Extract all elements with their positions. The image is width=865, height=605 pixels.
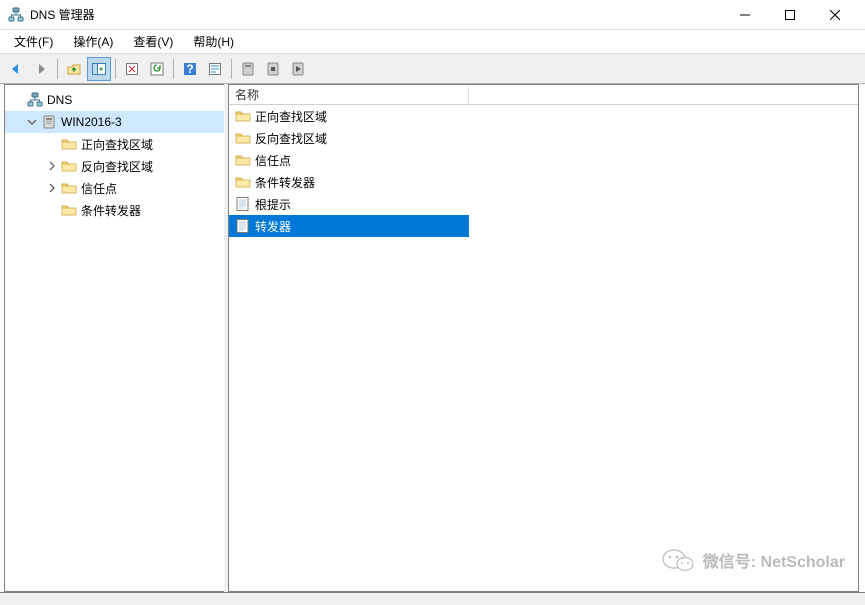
tree-label: DNS — [47, 93, 72, 107]
menu-help[interactable]: 帮助(H) — [183, 30, 244, 53]
refresh-button[interactable] — [145, 57, 169, 81]
back-button[interactable] — [4, 57, 28, 81]
folder-icon — [235, 108, 251, 124]
menu-action[interactable]: 操作(A) — [63, 30, 123, 53]
folder-icon — [235, 152, 251, 168]
tree-pane[interactable]: DNS WIN2016-3 正向查找区域反向查找区 — [4, 84, 224, 592]
tree-label: WIN2016-3 — [61, 115, 122, 129]
toolbar-separator — [57, 59, 58, 79]
tree-label: 信任点 — [81, 180, 117, 197]
list-item-label: 信任点 — [255, 152, 291, 169]
watermark: 微信号: NetScholar — [661, 545, 845, 575]
new-server-button[interactable] — [236, 57, 260, 81]
list-item-label: 根提示 — [255, 196, 291, 213]
list-item[interactable]: 信任点 — [229, 149, 469, 171]
list-item-label: 条件转发器 — [255, 174, 315, 191]
minimize-button[interactable] — [722, 0, 767, 30]
list-item-label: 反向查找区域 — [255, 130, 327, 147]
tree-label: 反向查找区域 — [81, 158, 153, 175]
close-button[interactable] — [812, 0, 857, 30]
column-header-name[interactable]: 名称 — [229, 85, 469, 104]
folder-icon — [61, 202, 77, 218]
sheet-icon — [235, 218, 251, 234]
stop-button[interactable] — [261, 57, 285, 81]
window-controls — [722, 0, 857, 30]
list-item[interactable]: 反向查找区域 — [229, 127, 469, 149]
console-tree[interactable]: DNS WIN2016-3 正向查找区域反向查找区 — [5, 89, 224, 221]
list-item[interactable]: 根提示 — [229, 193, 469, 215]
maximize-button[interactable] — [767, 0, 812, 30]
status-strip — [0, 593, 865, 605]
tree-label: 正向查找区域 — [81, 136, 153, 153]
sheet-icon — [235, 196, 251, 212]
forward-button[interactable] — [29, 57, 53, 81]
tree-node-child[interactable]: 条件转发器 — [5, 199, 224, 221]
list-item[interactable]: 正向查找区域 — [229, 105, 469, 127]
toolbar: ? — [0, 54, 865, 84]
toolbar-separator — [231, 59, 232, 79]
list-item-label: 正向查找区域 — [255, 108, 327, 125]
server-icon — [41, 114, 57, 130]
menu-view[interactable]: 查看(V) — [123, 30, 183, 53]
start-button[interactable] — [286, 57, 310, 81]
list-pane[interactable]: 名称 正向查找区域反向查找区域信任点条件转发器根提示转发器 — [228, 84, 859, 592]
chevron-right-icon[interactable] — [45, 159, 59, 173]
folder-icon — [61, 158, 77, 174]
wechat-icon — [661, 545, 695, 575]
menubar: 文件(F) 操作(A) 查看(V) 帮助(H) — [0, 30, 865, 54]
up-button[interactable] — [62, 57, 86, 81]
folder-icon — [61, 136, 77, 152]
app-icon — [8, 7, 24, 23]
window-title: DNS 管理器 — [30, 6, 722, 23]
folder-icon — [235, 130, 251, 146]
toolbar-separator — [115, 59, 116, 79]
column-header-row: 名称 — [229, 85, 858, 105]
list-item-label: 转发器 — [255, 218, 291, 235]
list-item[interactable]: 条件转发器 — [229, 171, 469, 193]
tree-label: 条件转发器 — [81, 202, 141, 219]
folder-icon — [61, 180, 77, 196]
help-button[interactable]: ? — [178, 57, 202, 81]
tree-node-server[interactable]: WIN2016-3 — [5, 111, 224, 133]
folder-icon — [235, 174, 251, 190]
body-panes: DNS WIN2016-3 正向查找区域反向查找区 — [0, 84, 865, 593]
dns-icon — [27, 92, 43, 108]
delete-button[interactable] — [120, 57, 144, 81]
show-hide-tree-button[interactable] — [87, 57, 111, 81]
chevron-down-icon[interactable] — [25, 115, 39, 129]
tree-node-child[interactable]: 正向查找区域 — [5, 133, 224, 155]
toolbar-separator — [173, 59, 174, 79]
tree-node-dns-root[interactable]: DNS — [5, 89, 224, 111]
list-item[interactable]: 转发器 — [229, 215, 469, 237]
svg-text:?: ? — [186, 62, 193, 76]
menu-file[interactable]: 文件(F) — [4, 30, 63, 53]
titlebar: DNS 管理器 — [0, 0, 865, 30]
watermark-text: 微信号: NetScholar — [703, 548, 845, 572]
tree-node-child[interactable]: 信任点 — [5, 177, 224, 199]
chevron-right-icon[interactable] — [45, 181, 59, 195]
properties-button[interactable] — [203, 57, 227, 81]
list-items: 正向查找区域反向查找区域信任点条件转发器根提示转发器 — [229, 105, 858, 237]
tree-node-child[interactable]: 反向查找区域 — [5, 155, 224, 177]
